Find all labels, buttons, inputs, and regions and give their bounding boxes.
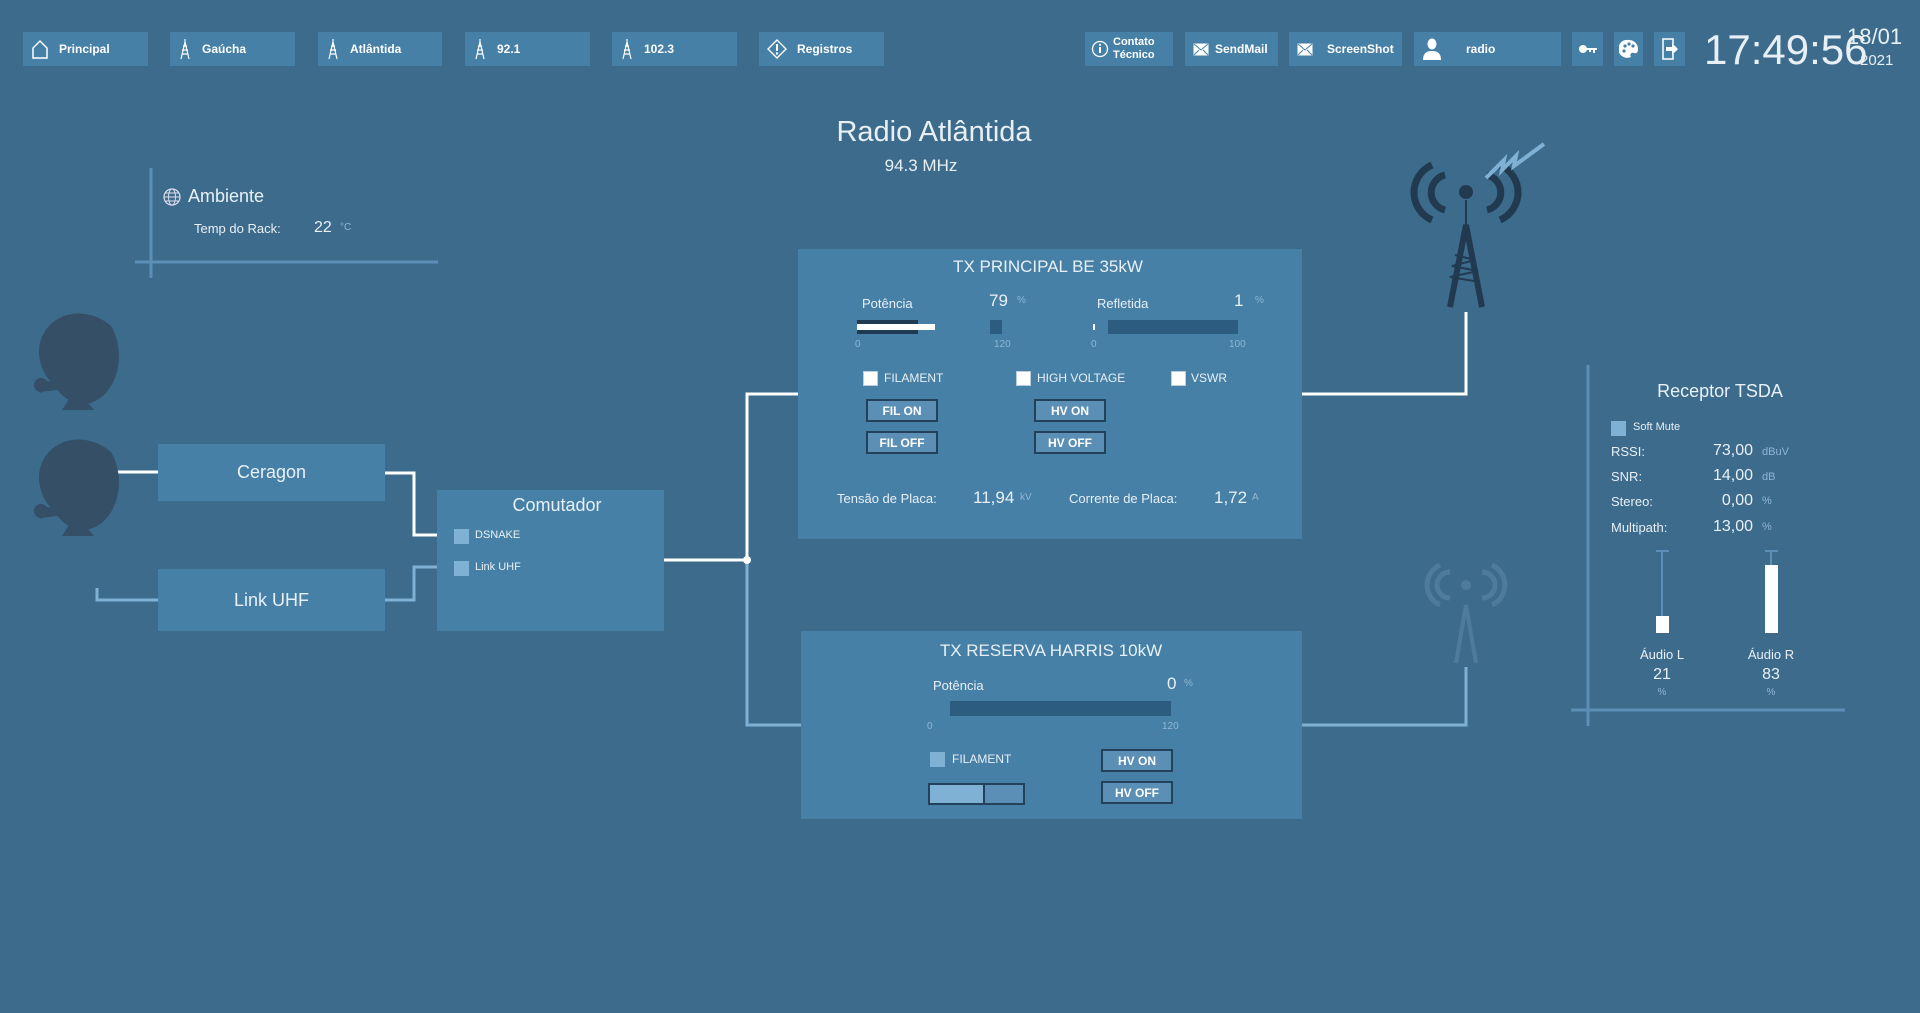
reserva-filament-indicator [930,752,945,767]
audio-r-unit: % [1766,687,1776,698]
multipath-value: 13,00 [1712,518,1753,535]
stereo-value: 0,00 [1721,492,1753,509]
comutador-title: Comutador [512,495,602,515]
toggle-thumb[interactable] [983,783,1025,805]
ceragon-label: Ceragon [236,462,307,482]
corrente-value: 1,72 [1214,488,1248,507]
high-voltage-checkbox[interactable] [1016,371,1031,386]
link-uhf-label: Link UHF [233,589,309,610]
dsnake-label: DSNAKE [475,529,521,541]
dsnake-indicator [454,529,469,544]
audio-r-meter-cap [1765,550,1778,552]
reserva-potencia-unit: % [1184,678,1193,689]
potencia-scale-bar [990,320,1002,334]
tensao-value: 11,94 [973,488,1015,507]
link-uhf-indicator [454,561,469,576]
audio-r-value: 83 [1762,666,1780,683]
satellite-dish-icon [34,313,119,410]
ceragon-box: Ceragon [158,444,385,501]
reserva-potencia-value: 0 [1167,674,1177,693]
potencia-value: 79 [989,291,1008,310]
refletida-max: 100 [1229,339,1246,350]
tensao-unit: kV [1020,492,1032,503]
stereo-unit: % [1762,495,1772,507]
filament-label: FILAMENT [884,371,944,385]
refletida-min: 0 [1091,339,1097,350]
vswr-label: VSWR [1191,371,1227,385]
corrente-unit: A [1252,492,1259,503]
multipath-label: Multipath: [1611,520,1668,535]
snr-value: 14,00 [1712,467,1753,484]
stereo-label: Stereo: [1611,494,1653,509]
high-voltage-label: HIGH VOLTAGE [1037,371,1126,385]
rssi-label: RSSI: [1611,444,1645,459]
fil-on-button[interactable]: FIL ON [866,399,938,422]
corrente-label: Corrente de Placa: [1069,491,1178,506]
refletida-bar-fill [1093,324,1095,330]
receptor-title: Receptor TSDA [1657,381,1783,401]
multipath-unit: % [1762,521,1772,533]
tx-principal-title: TX PRINCIPAL BE 35kW [953,257,1143,276]
soft-mute-label: Soft Mute [1633,421,1681,433]
globe-icon [163,188,181,206]
audio-r-meter-fill [1765,564,1778,633]
backup-tower-icon [1424,562,1508,664]
refletida-bar-background [1108,320,1238,334]
potencia-label: Potência [862,296,913,311]
audio-r-label: Áudio R [1747,647,1795,662]
reserva-filament-label: FILAMENT [952,752,1012,766]
potencia-unit: % [1017,295,1026,306]
refletida-unit: % [1255,295,1264,306]
vswr-checkbox[interactable] [1171,371,1186,386]
audio-l-value: 21 [1653,666,1671,683]
hv-on-button[interactable]: HV ON [1034,399,1106,422]
potencia-min: 0 [855,339,861,350]
reserva-potencia-label: Potência [933,678,984,693]
soft-mute-indicator [1611,421,1626,436]
refletida-label: Refletida [1097,296,1149,311]
audio-l-meter-fill [1656,615,1669,633]
comutador-panel: Comutador DSNAKE Link UHF [437,490,664,631]
link-uhf-input-label: Link UHF [475,561,521,573]
reserva-potencia-min: 0 [927,721,933,732]
radio-tower-icon [1410,142,1546,308]
reserva-hv-off-button[interactable]: HV OFF [1101,781,1173,804]
filament-toggle[interactable] [928,783,1025,805]
audio-l-unit: % [1657,687,1667,698]
audio-l-label: Áudio L [1639,647,1685,662]
snr-unit: dB [1762,471,1776,483]
reserva-hv-on-button[interactable]: HV ON [1101,749,1173,772]
tx-principal-panel: TX PRINCIPAL BE 35kW Potência 79 % 0 120… [798,249,1302,539]
tx-reserva-panel: TX RESERVA HARRIS 10kW Potência 0 % 0 12… [801,631,1302,819]
temp-unit: °C [340,222,352,233]
junction-dot [743,556,751,564]
ambiente-title: Ambiente [188,186,265,206]
snr-label: SNR: [1611,469,1643,484]
satellite-dish-icon [34,439,119,536]
refletida-value: 1 [1234,291,1244,310]
audio-l-meter-cap [1656,550,1669,552]
rssi-value: 73,00 [1712,442,1753,459]
reserva-potencia-max: 120 [1162,721,1179,732]
fil-off-button[interactable]: FIL OFF [866,431,938,454]
tensao-label: Tensão de Placa: [837,491,937,506]
temp-label: Temp do Rack: [194,221,281,236]
filament-checkbox[interactable] [863,371,878,386]
rssi-unit: dBuV [1762,446,1789,458]
temp-value: 22 [314,219,332,236]
hv-off-button[interactable]: HV OFF [1034,431,1106,454]
reserva-potencia-bar [950,701,1171,716]
potencia-max: 120 [994,339,1011,350]
potencia-bar-fill [857,324,935,330]
link-uhf-box: Link UHF [158,569,385,631]
tx-reserva-title: TX RESERVA HARRIS 10kW [939,641,1163,660]
